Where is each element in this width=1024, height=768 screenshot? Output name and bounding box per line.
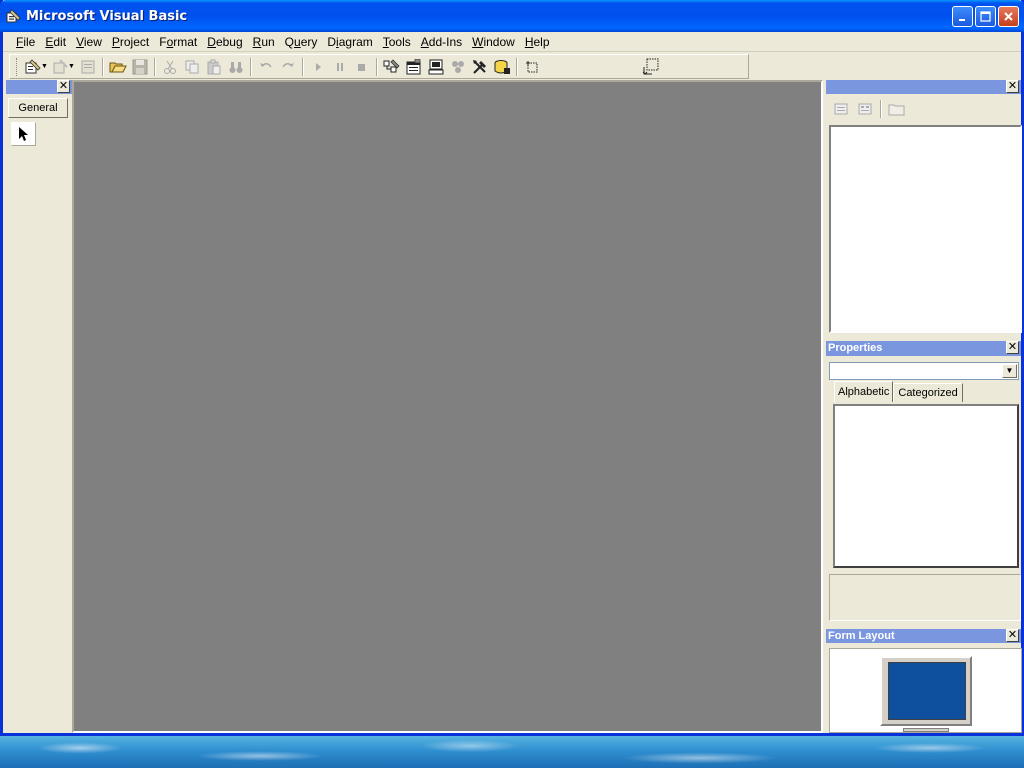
- menu-debug[interactable]: Debug: [202, 32, 247, 52]
- menu-project[interactable]: Project: [107, 32, 154, 52]
- maximize-button[interactable]: [975, 6, 996, 27]
- form-layout-close-button[interactable]: ✕: [1006, 629, 1019, 642]
- menu-diagram[interactable]: Diagram: [322, 32, 377, 52]
- toolbar-separator: [101, 57, 104, 76]
- menu-editor-icon[interactable]: [77, 56, 99, 78]
- toolbar-separator: [880, 100, 882, 118]
- menu-file[interactable]: File: [11, 32, 40, 52]
- redo-icon[interactable]: [277, 56, 299, 78]
- mdi-workspace[interactable]: [72, 80, 823, 733]
- properties-header: Properties ✕: [826, 341, 1021, 356]
- properties-window-icon[interactable]: [403, 56, 425, 78]
- view-code-icon[interactable]: [830, 99, 852, 119]
- component-manager-icon[interactable]: [521, 56, 543, 78]
- paste-icon[interactable]: [203, 56, 225, 78]
- menu-view[interactable]: View: [71, 32, 107, 52]
- toolbox-tab-general[interactable]: General: [8, 98, 68, 118]
- properties-tabs: Alphabetic Categorized: [834, 381, 963, 402]
- object-selector-combo[interactable]: ▼: [829, 362, 1019, 380]
- toolbar-separator: [301, 57, 304, 76]
- menu-add-ins[interactable]: Add-Ins: [416, 32, 467, 52]
- end-icon[interactable]: [351, 56, 373, 78]
- toolbox-close-button[interactable]: ✕: [57, 80, 70, 93]
- tab-alphabetic[interactable]: Alphabetic: [834, 381, 894, 402]
- form-layout-header: Form Layout ✕: [826, 629, 1021, 643]
- toolbox-panel: ✕ General: [6, 80, 72, 733]
- toolbox-header: ✕: [6, 80, 72, 94]
- minimize-icon: [958, 18, 965, 21]
- add-project-dropdown[interactable]: ▼: [41, 63, 48, 70]
- menu-bar: File Edit View Project Format Debug Run Query Di…: [3, 32, 1021, 52]
- view-object-icon[interactable]: [854, 99, 876, 119]
- pointer-icon: [18, 127, 28, 141]
- properties-close-button[interactable]: ✕: [1006, 341, 1019, 354]
- object-browser-icon[interactable]: [447, 56, 469, 78]
- toolbox-icon[interactable]: [469, 56, 491, 78]
- toolbar-grip[interactable]: [16, 57, 19, 76]
- desktop-background: [0, 736, 1024, 768]
- vb-app-icon[interactable]: [6, 8, 22, 24]
- title-bar[interactable]: Microsoft Visual Basic: [0, 0, 1024, 32]
- combo-dropdown-button[interactable]: ▼: [1002, 364, 1017, 378]
- toolbar-separator: [515, 57, 518, 76]
- menu-tools[interactable]: Tools: [378, 32, 416, 52]
- minimize-button[interactable]: [952, 6, 973, 27]
- project-explorer-icon[interactable]: [381, 56, 403, 78]
- toggle-folders-icon[interactable]: [886, 99, 908, 119]
- monitor-preview: [880, 656, 972, 726]
- open-icon[interactable]: [107, 56, 129, 78]
- menu-edit[interactable]: Edit: [40, 32, 71, 52]
- window-title: Microsoft Visual Basic: [26, 8, 188, 24]
- find-icon[interactable]: [225, 56, 247, 78]
- menu-format[interactable]: Format: [154, 32, 202, 52]
- save-icon[interactable]: [129, 56, 151, 78]
- menu-query[interactable]: Query: [280, 32, 323, 52]
- properties-panel: Properties ✕ ▼ Alphabetic Categorized: [826, 341, 1021, 621]
- menu-help[interactable]: Help: [520, 32, 555, 52]
- project-explorer-header: ✕: [826, 80, 1021, 94]
- copy-icon[interactable]: [181, 56, 203, 78]
- project-explorer-close-button[interactable]: ✕: [1006, 80, 1019, 93]
- close-button[interactable]: [998, 6, 1019, 27]
- menu-run[interactable]: Run: [248, 32, 280, 52]
- project-explorer-panel: ✕: [826, 80, 1022, 336]
- standard-toolbar: ▼ ▼: [9, 54, 749, 79]
- toolbar-separator: [153, 57, 156, 76]
- pointer-tool[interactable]: [11, 122, 36, 146]
- monitor-base: [903, 728, 949, 732]
- monitor-screen[interactable]: [888, 662, 966, 720]
- toolbar-separator: [249, 57, 252, 76]
- vb-main-window: Microsoft Visual Basic File Edit View Proje…: [0, 0, 1024, 736]
- form-layout-panel: Form Layout ✕: [826, 629, 1022, 733]
- property-description: [829, 574, 1021, 621]
- maximize-icon: [980, 11, 991, 22]
- cut-icon[interactable]: [159, 56, 181, 78]
- position-indicator: [642, 58, 660, 76]
- properties-title: Properties: [828, 342, 883, 354]
- close-icon: [1004, 12, 1013, 21]
- undo-icon[interactable]: [255, 56, 277, 78]
- project-explorer-toolbar: [826, 94, 1021, 124]
- form-layout-area: [829, 648, 1022, 733]
- menu-window[interactable]: Window: [467, 32, 520, 52]
- data-view-icon[interactable]: [491, 56, 513, 78]
- project-tree[interactable]: [829, 125, 1022, 333]
- start-icon[interactable]: [307, 56, 329, 78]
- form-layout-icon[interactable]: [425, 56, 447, 78]
- form-position-icon: [642, 58, 659, 75]
- break-icon[interactable]: [329, 56, 351, 78]
- add-form-dropdown[interactable]: ▼: [68, 63, 75, 70]
- properties-grid[interactable]: [833, 404, 1019, 568]
- toolbar-separator: [375, 57, 378, 76]
- tab-categorized[interactable]: Categorized: [893, 383, 963, 402]
- form-layout-title: Form Layout: [828, 630, 895, 642]
